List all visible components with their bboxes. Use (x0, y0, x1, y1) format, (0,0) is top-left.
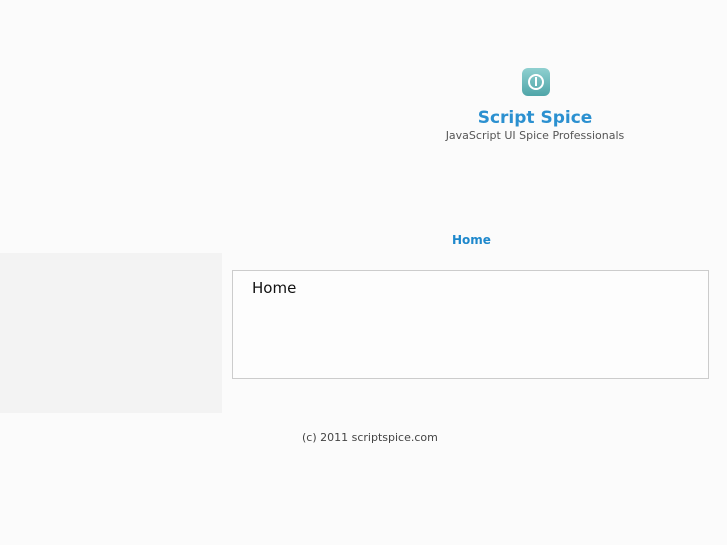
nav-home-link[interactable]: Home (452, 233, 491, 247)
logo-power-icon (522, 68, 550, 96)
site-title: Script Spice (477, 108, 593, 128)
page-heading: Home (252, 279, 297, 297)
content-panel: Home (232, 270, 709, 379)
sidebar (0, 253, 222, 413)
footer-copyright: (c) 2011 scriptspice.com (302, 431, 438, 444)
site-tagline: JavaScript UI Spice Professionals (445, 129, 625, 142)
